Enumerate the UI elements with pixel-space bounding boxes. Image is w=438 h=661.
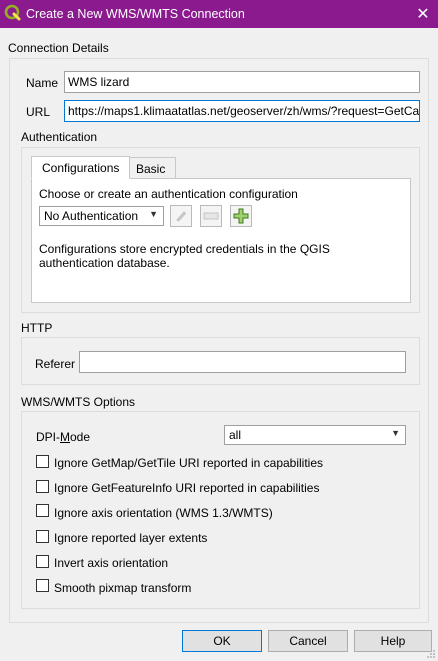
http-label: HTTP (21, 321, 53, 335)
dpi-mode-combo-value: all (229, 428, 242, 442)
invert-axis-orientation-label: Invert axis orientation (54, 556, 169, 570)
auth-info-text: Configurations store encrypted credentia… (39, 242, 330, 270)
tab-basic[interactable]: Basic (125, 157, 177, 179)
dpi-mode-combo[interactable]: all ▼ (224, 425, 406, 445)
ignore-layer-extents-label: Ignore reported layer extents (54, 531, 208, 545)
ignore-getmap-uri-label: Ignore GetMap/GetTile URI reported in ca… (54, 456, 324, 470)
authentication-label: Authentication (21, 130, 98, 144)
smooth-pixmap-transform-checkbox[interactable] (36, 579, 49, 592)
auth-config-combo[interactable]: No Authentication ▼ (39, 206, 164, 226)
pencil-icon (176, 211, 187, 222)
ignore-getfeatureinfo-uri-checkbox[interactable] (36, 480, 49, 493)
wms-options-label: WMS/WMTS Options (21, 395, 136, 409)
chevron-down-icon: ▼ (149, 209, 158, 219)
chevron-down-icon: ▼ (391, 428, 400, 438)
dpi-mode-label: DPI-Mode (36, 430, 91, 444)
close-button[interactable]: ✕ (408, 0, 438, 28)
ignore-getfeatureinfo-uri-label: Ignore GetFeatureInfo URI reported in ca… (54, 481, 320, 495)
name-input[interactable]: WMS lizard (64, 71, 420, 93)
add-config-button[interactable] (230, 205, 252, 227)
url-label: URL (26, 105, 51, 119)
invert-axis-orientation-checkbox[interactable] (36, 555, 49, 568)
title-bar: Create a New WMS/WMTS Connection ✕ (0, 0, 438, 28)
remove-config-button[interactable] (200, 205, 222, 227)
ignore-layer-extents-checkbox[interactable] (36, 530, 49, 543)
ok-button[interactable]: OK (182, 630, 262, 652)
connection-details-label: Connection Details (8, 41, 109, 55)
referer-input[interactable] (79, 351, 406, 373)
referer-label: Referer (35, 357, 76, 371)
window-title: Create a New WMS/WMTS Connection (26, 7, 245, 21)
help-button[interactable]: Help (354, 630, 432, 652)
ignore-getmap-uri-checkbox[interactable] (36, 455, 49, 468)
cancel-button[interactable]: Cancel (268, 630, 348, 652)
choose-config-label: Choose or create an authentication confi… (39, 187, 298, 201)
plus-icon (233, 208, 249, 224)
resize-grip-icon[interactable] (426, 649, 436, 659)
url-input[interactable]: https://maps1.klimaatatlas.net/geoserver… (64, 100, 420, 122)
name-label: Name (26, 76, 59, 90)
ignore-axis-orientation-checkbox[interactable] (36, 504, 49, 517)
auth-config-combo-value: No Authentication (44, 209, 139, 223)
close-icon: ✕ (416, 6, 430, 23)
qgis-logo-icon (4, 4, 21, 21)
ignore-axis-orientation-label: Ignore axis orientation (WMS 1.3/WMTS) (54, 506, 273, 520)
smooth-pixmap-transform-label: Smooth pixmap transform (54, 581, 192, 595)
remove-icon (203, 212, 219, 220)
tab-configurations[interactable]: Configurations (31, 156, 131, 179)
edit-config-button[interactable] (170, 205, 192, 227)
